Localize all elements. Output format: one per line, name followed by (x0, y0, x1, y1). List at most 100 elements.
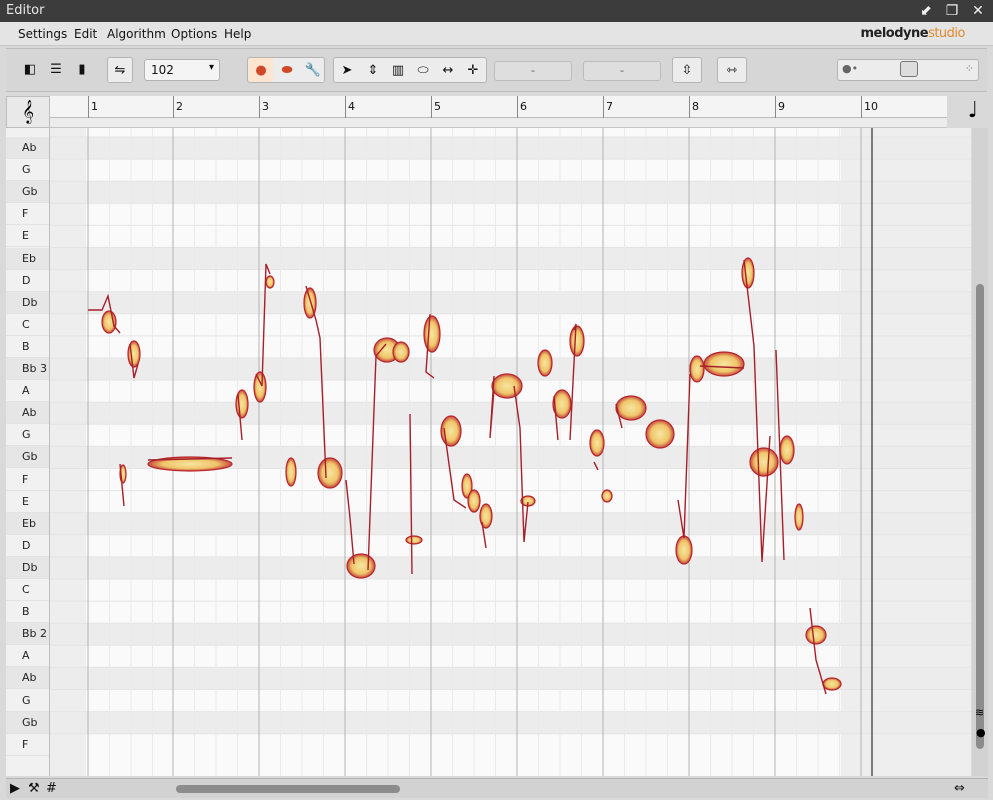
pitch-key[interactable]: C (6, 579, 49, 601)
blob-mode-icon[interactable]: ⬬ (275, 58, 299, 82)
note-blob (346, 553, 376, 579)
pitch-key[interactable]: B (6, 601, 49, 624)
note-blob (253, 371, 267, 403)
menu-bar: Settings Edit Algorithm Options Help mel… (0, 22, 993, 46)
pitch-key[interactable]: D (6, 270, 49, 292)
pitch-key[interactable]: Ab (6, 402, 49, 425)
zoom-slider[interactable]: ●• ⁘ (837, 59, 979, 81)
bar-tick (88, 96, 89, 118)
view-buttons: ◧ ☰ ▮ (16, 57, 96, 83)
pitch-ruler[interactable]: Ab G Gb F E Eb D Db C B Bb 3 A Ab G Gb F E Eb D Db C B Bb 2 A Ab… (6, 128, 50, 776)
restore-icon[interactable]: ⬋ (917, 2, 935, 20)
menu-settings[interactable]: Settings (18, 27, 67, 41)
pitch-key[interactable]: Ab (6, 137, 49, 159)
amplitude-tool-icon[interactable]: ⬭ (411, 58, 435, 82)
note-blob (601, 489, 613, 503)
formant-tool-icon[interactable]: ▥ (386, 58, 410, 82)
pitch-key[interactable]: Eb (6, 247, 49, 270)
bar-number: 10 (864, 100, 878, 113)
pitch-key[interactable]: G (6, 159, 49, 182)
time-tool-icon[interactable]: ↔ (436, 58, 460, 82)
note-editor-grid[interactable] (50, 128, 971, 776)
vertical-scrollbar[interactable]: ≋ ● (972, 128, 988, 776)
quantize-time-icon[interactable]: ⇿ (720, 58, 744, 82)
level-meter-icon[interactable]: ▮ (70, 57, 94, 81)
pitch-row-stripe (50, 402, 971, 425)
note-blob (265, 275, 275, 289)
pitch-key[interactable]: Db (6, 291, 49, 314)
pitch-key[interactable]: E (6, 491, 49, 513)
pitch-key[interactable]: E (6, 225, 49, 248)
pitch-key[interactable]: Gb (6, 711, 49, 734)
note-blob (675, 535, 693, 565)
bar-ruler[interactable]: 1 2 3 4 5 6 7 8 9 10 (50, 96, 947, 118)
zoom-in-icon[interactable]: ⁘ (965, 62, 974, 75)
panel-toggle-icon[interactable]: ◧ (18, 57, 42, 81)
treble-clef-icon[interactable]: 𝄞 (6, 96, 50, 128)
note-blob (537, 349, 553, 377)
pitch-key[interactable]: G (6, 690, 49, 712)
quarter-note-icon[interactable]: ♩ (958, 96, 988, 128)
toolbar: ◧ ☰ ▮ ⇋ 102 ▾ ● ⬬ 🔧 ➤ ⇕ ▥ ⬭ ↔ ✛ - - ⇳ ⇿ … (6, 48, 987, 92)
pitch-key[interactable]: C (6, 314, 49, 336)
zoom-vertical-icon[interactable]: ≋ (975, 706, 984, 719)
menu-edit[interactable]: Edit (74, 27, 97, 41)
macro-panel: ⇋ (107, 57, 133, 83)
chevron-down-icon[interactable]: ▾ (209, 62, 214, 73)
pointer-tool-icon[interactable]: ➤ (335, 58, 359, 82)
note-blob (423, 315, 441, 353)
pitch-row-stripe (50, 512, 971, 535)
pitch-key[interactable]: Bb 3 (6, 358, 49, 380)
pitch-key[interactable]: F (6, 734, 49, 756)
pitch-key[interactable]: Ab (6, 667, 49, 690)
grid-icon[interactable]: # (46, 781, 57, 796)
zoom-handle[interactable] (900, 61, 918, 77)
pitch-key[interactable]: Bb 2 (6, 623, 49, 646)
menu-algorithm[interactable]: Algorithm (107, 27, 166, 41)
scrub-icon[interactable]: ⚒ (28, 781, 40, 796)
field-b[interactable]: - (583, 61, 661, 81)
vertical-zoom-dot-icon[interactable]: ● (976, 726, 986, 739)
pitch-key[interactable]: Gb (6, 446, 49, 469)
horizontal-scrollbar[interactable]: ▶ ⚒ # ⇔ (6, 778, 988, 798)
pitch-key[interactable]: G (6, 424, 49, 447)
pitch-key[interactable]: D (6, 535, 49, 557)
wrench-icon[interactable]: 🔧 (301, 58, 325, 82)
pitch-key[interactable]: Eb (6, 512, 49, 535)
field-a[interactable]: - (494, 61, 572, 81)
fit-icon[interactable]: ⇔ (954, 781, 965, 796)
vertical-scroll-thumb[interactable] (976, 284, 984, 749)
tempo-value: 102 (151, 63, 174, 77)
bar-tick (689, 96, 690, 118)
tempo-field[interactable]: 102 ▾ (144, 59, 220, 81)
pitch-key[interactable]: F (6, 469, 49, 491)
play-icon[interactable]: ▶ (10, 781, 20, 796)
bar-number: 1 (91, 100, 98, 113)
maximize-icon[interactable]: ❐ (943, 2, 961, 20)
pitch-key[interactable]: A (6, 645, 49, 668)
zoom-out-icon[interactable]: ●• (842, 62, 858, 75)
close-icon[interactable]: ✕ (969, 2, 987, 20)
bar-tick (345, 96, 346, 118)
pitch-key[interactable]: A (6, 380, 49, 403)
pitch-key[interactable]: B (6, 336, 49, 358)
bar-number: 4 (348, 100, 355, 113)
pitch-row-stripe (50, 556, 971, 579)
note-blob (392, 341, 410, 363)
menu-help[interactable]: Help (224, 27, 251, 41)
pitch-tool-icon[interactable]: ⇕ (361, 58, 385, 82)
split-tool-icon[interactable]: ✛ (461, 58, 485, 82)
horizontal-scroll-thumb[interactable] (176, 785, 400, 793)
time-ruler[interactable] (50, 118, 947, 128)
pitch-key[interactable]: Gb (6, 181, 49, 204)
pitch-row-stripe (50, 247, 971, 270)
mixer-icon[interactable]: ☰ (44, 57, 68, 81)
pitch-key[interactable]: Db (6, 556, 49, 579)
note-mode-icon[interactable]: ● (249, 58, 273, 82)
menu-options[interactable]: Options (171, 27, 217, 41)
pitch-key[interactable]: F (6, 203, 49, 226)
macro-icon[interactable]: ⇋ (108, 58, 132, 82)
note-blob (285, 457, 297, 487)
quantize-pitch-icon[interactable]: ⇳ (675, 58, 699, 82)
note-canvas[interactable] (50, 128, 971, 776)
